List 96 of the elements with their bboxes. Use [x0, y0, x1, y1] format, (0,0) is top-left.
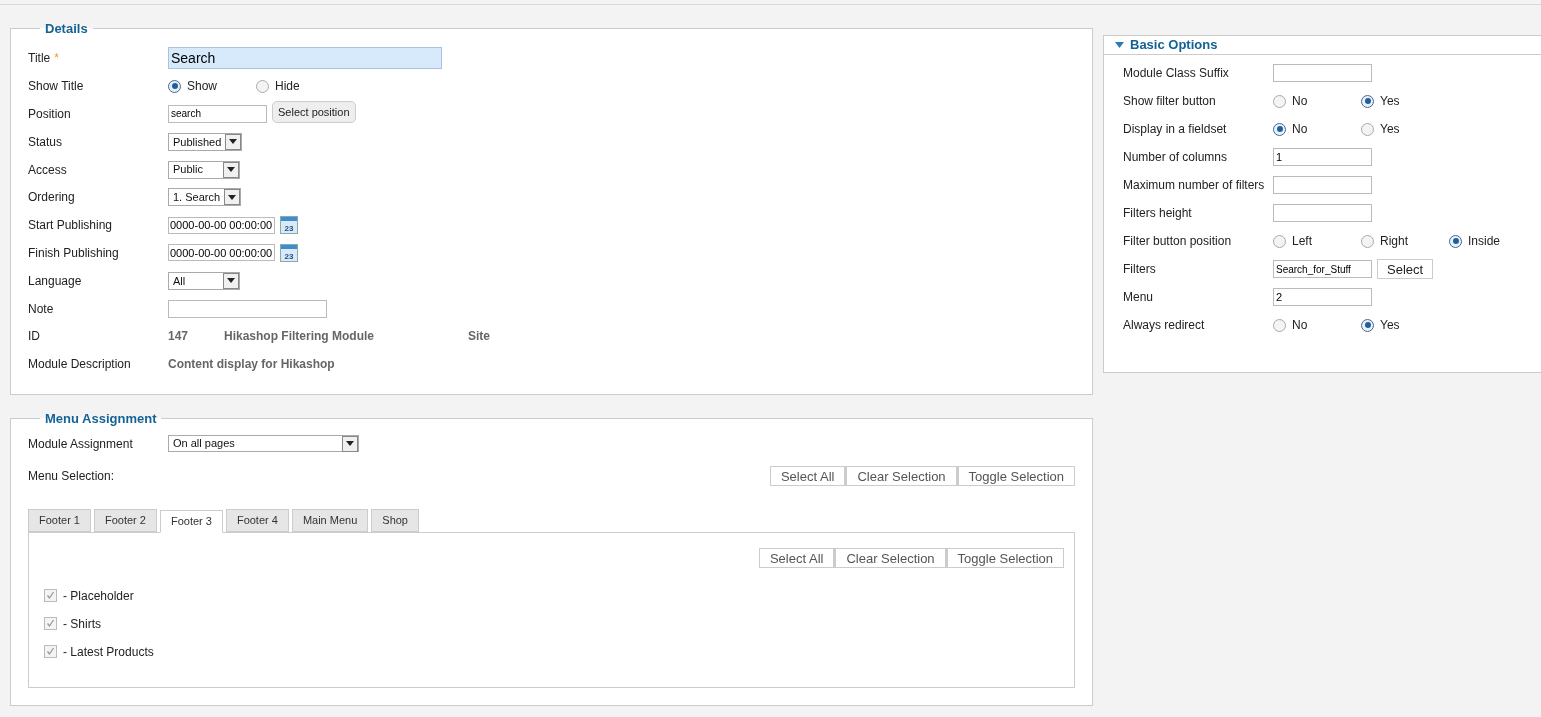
selection-button[interactable]: Select All	[769, 465, 846, 486]
info-text: Site	[468, 328, 490, 346]
radio-label: Yes	[1380, 317, 1400, 334]
dropdown[interactable]: Public	[168, 160, 240, 179]
text-field[interactable]: 2	[1273, 288, 1372, 306]
field-label: Filters	[1123, 261, 1156, 278]
checkmark-icon	[46, 619, 55, 629]
field-label: ID	[28, 328, 40, 346]
text-field[interactable]: Search_for_Stuff	[1273, 260, 1372, 278]
field-label: Status	[28, 133, 63, 151]
dropdown[interactable]: Published	[168, 132, 243, 151]
info-text: Hikashop Filtering Module	[224, 328, 375, 346]
section-title: Details	[44, 20, 89, 38]
field-label: Show Title	[28, 78, 84, 96]
field-label: Start Publishing	[28, 217, 113, 235]
checkmark-icon	[46, 591, 55, 601]
text-field[interactable]	[168, 299, 327, 318]
select-button[interactable]: Select	[1377, 259, 1434, 279]
field-label: Title *	[28, 49, 59, 68]
field-label: Ordering	[28, 189, 75, 207]
radio-label: No	[1292, 121, 1308, 138]
selection-button[interactable]: Select All	[758, 547, 835, 568]
radio-button[interactable]	[1361, 94, 1374, 108]
radio-label: Inside	[1468, 233, 1501, 250]
selection-button[interactable]: Toggle Selection	[956, 465, 1075, 486]
field-label: Language	[28, 272, 82, 290]
radio-label: No	[1292, 317, 1308, 334]
radio-label: Hide	[275, 78, 300, 96]
text-field[interactable]: 1	[1273, 148, 1372, 166]
selection-button[interactable]: Toggle Selection	[945, 547, 1064, 568]
field-label: Show filter button	[1123, 93, 1216, 110]
info-text: Content display for Hikashop	[168, 356, 335, 374]
field-label: Maximum number of filters	[1123, 177, 1265, 194]
field-label: Always redirect	[1123, 317, 1205, 334]
field-label: Filter button position	[1123, 233, 1232, 250]
checkbox[interactable]	[44, 589, 57, 603]
radio-button[interactable]	[1273, 234, 1286, 248]
menu-item-label: - Placeholder	[63, 587, 134, 605]
checkbox[interactable]	[44, 617, 57, 631]
radio-button[interactable]	[1361, 122, 1374, 136]
menu-tab[interactable]: Main Menu	[291, 508, 369, 532]
radio-button[interactable]	[168, 79, 181, 93]
field-label: Menu Selection:	[28, 467, 115, 485]
dropdown[interactable]: All	[168, 271, 240, 290]
dropdown[interactable]: 1. Search	[168, 188, 242, 207]
date-field[interactable]: 0000-00-00 00:00:00	[168, 216, 275, 234]
field-label: Note	[28, 300, 54, 318]
field-label: Filters height	[1123, 205, 1192, 222]
radio-label: No	[1292, 93, 1308, 110]
checkmark-icon	[46, 647, 55, 657]
text-field[interactable]: Search	[168, 47, 442, 70]
selection-button[interactable]: Clear Selection	[845, 465, 957, 486]
calendar-icon[interactable]: 23	[280, 216, 298, 235]
text-field[interactable]	[1273, 176, 1372, 194]
menu-item-label: - Shirts	[63, 615, 101, 633]
field-label: Module Class Suffix	[1123, 65, 1229, 82]
radio-button[interactable]	[1361, 318, 1374, 332]
select-position-button[interactable]: Select position	[272, 101, 356, 123]
field-label: Display in a fieldset	[1123, 121, 1227, 138]
field-label: Access	[28, 161, 67, 179]
radio-button[interactable]	[1273, 318, 1286, 332]
menu-tab[interactable]: Shop	[371, 508, 419, 532]
menu-tab[interactable]: Footer 3	[159, 509, 223, 533]
radio-button[interactable]	[1273, 94, 1286, 108]
checkbox[interactable]	[44, 645, 57, 659]
radio-label: Left	[1292, 233, 1312, 250]
section-title: Menu Assignment	[44, 410, 158, 429]
required-mark: *	[54, 50, 59, 68]
calendar-icon[interactable]: 23	[280, 243, 298, 262]
radio-button[interactable]	[1361, 234, 1374, 248]
field-label: Number of columns	[1123, 149, 1228, 166]
field-label: Module Description	[28, 356, 131, 374]
text-field[interactable]: search	[168, 105, 267, 123]
radio-label: Show	[187, 78, 218, 96]
radio-label: Yes	[1380, 93, 1400, 110]
radio-button[interactable]	[256, 79, 269, 93]
field-label: Position	[28, 106, 71, 123]
menu-tab[interactable]: Footer 2	[93, 508, 157, 532]
radio-label: Right	[1380, 233, 1408, 250]
text-field[interactable]	[1273, 64, 1372, 82]
selection-button[interactable]: Clear Selection	[834, 547, 946, 568]
menu-item-label: - Latest Products	[63, 643, 154, 661]
radio-label: Yes	[1380, 121, 1400, 138]
text-field[interactable]	[1273, 204, 1372, 222]
menu-tab[interactable]: Footer 1	[28, 508, 91, 532]
field-label: Menu	[1123, 289, 1154, 306]
caret-icon	[1115, 42, 1124, 48]
radio-button[interactable]	[1449, 234, 1462, 248]
radio-button[interactable]	[1273, 122, 1286, 136]
field-label: Module Assignment	[28, 435, 134, 453]
field-label: Finish Publishing	[28, 244, 119, 262]
panel-header[interactable]: Basic Options	[1104, 36, 1541, 55]
dropdown[interactable]: On all pages	[168, 435, 359, 453]
info-text: 147	[168, 328, 190, 346]
date-field[interactable]: 0000-00-00 00:00:00	[168, 244, 275, 262]
menu-tab[interactable]: Footer 4	[225, 508, 289, 532]
